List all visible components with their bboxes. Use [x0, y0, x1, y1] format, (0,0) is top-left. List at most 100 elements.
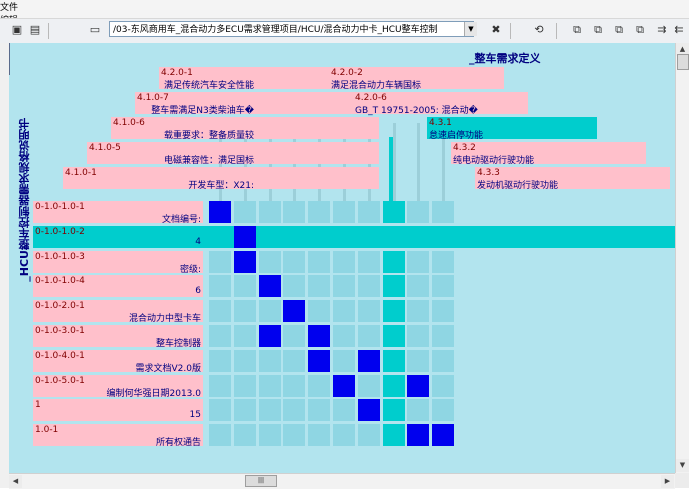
matrix-cell[interactable] — [283, 399, 306, 422]
matrix-cell[interactable] — [357, 300, 380, 323]
matrix-cell[interactable] — [357, 250, 380, 273]
module-path-select[interactable]: /03-东风商用车_混合动力多ECU需求管理项目/HCU/混合动力中卡_HCU整… — [109, 21, 474, 37]
trace-link-cell[interactable] — [209, 201, 231, 223]
matrix-cell[interactable] — [283, 325, 306, 347]
matrix-cell[interactable] — [308, 250, 331, 273]
matrix-cell[interactable] — [432, 374, 455, 397]
matrix-cell[interactable] — [432, 250, 455, 273]
matrix-cell-selected[interactable] — [382, 250, 405, 273]
scroll-right-icon[interactable]: ▶ — [661, 475, 674, 488]
link-icon[interactable]: ⟲ — [532, 23, 546, 37]
matrix-cell[interactable] — [233, 399, 256, 422]
matrix-cell[interactable] — [283, 201, 306, 223]
matrix-cell[interactable] — [209, 424, 231, 447]
matrix-cell[interactable] — [233, 374, 256, 397]
matrix-cell[interactable] — [258, 250, 281, 273]
matrix-cell-selected[interactable] — [382, 349, 405, 372]
matrix-cell[interactable] — [432, 349, 455, 372]
trace-link-cell[interactable] — [258, 275, 281, 298]
matrix-cell[interactable] — [233, 424, 256, 447]
matrix-cell[interactable] — [233, 201, 256, 223]
matrix-cell[interactable] — [357, 275, 380, 298]
trace-link-cell[interactable] — [233, 225, 256, 248]
matrix-cell[interactable] — [407, 325, 430, 347]
scroll-down-icon[interactable]: ▼ — [676, 459, 689, 472]
matrix-cell-selected[interactable] — [382, 225, 405, 248]
matrix-cell[interactable] — [308, 424, 331, 447]
matrix-cell[interactable] — [258, 399, 281, 422]
matrix-cell[interactable] — [407, 300, 430, 323]
move-right-icon[interactable]: ⇉ — [655, 23, 669, 37]
export-icon[interactable]: ▤ — [28, 23, 42, 37]
matrix-cell[interactable] — [308, 374, 331, 397]
trace-link-cell[interactable] — [432, 424, 455, 447]
matrix-cell[interactable] — [283, 250, 306, 273]
matrix-cell-selected[interactable] — [407, 225, 430, 248]
matrix-cell[interactable] — [407, 250, 430, 273]
matrix-cell[interactable] — [432, 325, 455, 347]
vertical-scroll-thumb[interactable] — [677, 54, 689, 70]
vertical-scrollbar[interactable]: ▲ ▼ — [675, 43, 689, 473]
matrix-cell[interactable] — [308, 300, 331, 323]
row-header[interactable] — [33, 399, 203, 422]
traceability-matrix[interactable]: _整车需求定义 _HCU整车控制器需求规格说明书 4.2.0-1 满足传统汽车安全… — [9, 43, 675, 473]
matrix-cell[interactable] — [333, 300, 355, 323]
matrix-cell-selected[interactable] — [308, 225, 331, 248]
matrix-cell[interactable] — [432, 201, 455, 223]
trace-link-cell[interactable] — [407, 424, 430, 447]
move-left-icon[interactable]: ⇇ — [672, 23, 686, 37]
matrix-cell[interactable] — [283, 424, 306, 447]
matrix-cell[interactable] — [209, 250, 231, 273]
matrix-cell-selected[interactable] — [382, 275, 405, 298]
matrix-cell[interactable] — [283, 275, 306, 298]
matrix-cell[interactable] — [333, 325, 355, 347]
matrix-cell[interactable] — [258, 349, 281, 372]
matrix-cell[interactable] — [209, 349, 231, 372]
matrix-cell[interactable] — [233, 275, 256, 298]
matrix-cell[interactable] — [407, 399, 430, 422]
trace-link-cell[interactable] — [357, 349, 380, 372]
matrix-cell[interactable] — [357, 201, 380, 223]
matrix-cell[interactable] — [357, 325, 380, 347]
matrix-cell[interactable] — [258, 374, 281, 397]
matrix-cell[interactable] — [258, 424, 281, 447]
matrix-cell-selected[interactable] — [382, 300, 405, 323]
matrix-cell[interactable] — [308, 399, 331, 422]
menu-item[interactable]: 文件 — [0, 0, 689, 13]
matrix-cell[interactable] — [432, 275, 455, 298]
matrix-cell[interactable] — [209, 325, 231, 347]
matrix-cell[interactable] — [233, 349, 256, 372]
trace-link-cell[interactable] — [357, 399, 380, 422]
save-icon[interactable]: ▣ — [10, 23, 24, 37]
matrix-cell-selected[interactable] — [258, 225, 281, 248]
matrix-cell[interactable] — [333, 250, 355, 273]
matrix-cell[interactable] — [283, 374, 306, 397]
matrix-cell[interactable] — [407, 349, 430, 372]
matrix-cell-selected[interactable] — [432, 225, 455, 248]
link-copy-icon[interactable]: ⧉ — [633, 23, 647, 37]
matrix-cell-selected[interactable] — [382, 374, 405, 397]
matrix-cell[interactable] — [258, 201, 281, 223]
matrix-cell[interactable] — [407, 201, 430, 223]
matrix-cell[interactable] — [308, 201, 331, 223]
matrix-cell[interactable] — [333, 399, 355, 422]
matrix-cell-selected[interactable] — [333, 225, 355, 248]
matrix-cell[interactable] — [209, 300, 231, 323]
matrix-cell[interactable] — [209, 399, 231, 422]
trace-link-cell[interactable] — [308, 325, 331, 347]
scroll-left-icon[interactable]: ◀ — [9, 475, 22, 488]
matrix-cell[interactable] — [308, 275, 331, 298]
matrix-cell-selected[interactable] — [382, 325, 405, 347]
folder-icon[interactable]: ▭ — [88, 23, 102, 37]
horizontal-scrollbar[interactable]: ◀ ▶ — [9, 473, 675, 489]
trace-link-cell[interactable] — [233, 250, 256, 273]
matrix-cell-selected[interactable] — [283, 225, 306, 248]
matrix-cell[interactable] — [209, 275, 231, 298]
matrix-cell[interactable] — [333, 275, 355, 298]
clear-icon[interactable]: ✖ — [489, 23, 503, 37]
matrix-cell[interactable] — [333, 349, 355, 372]
matrix-cell[interactable] — [209, 374, 231, 397]
trace-link-cell[interactable] — [333, 374, 355, 397]
matrix-cell[interactable] — [333, 424, 355, 447]
matrix-cell[interactable] — [333, 201, 355, 223]
